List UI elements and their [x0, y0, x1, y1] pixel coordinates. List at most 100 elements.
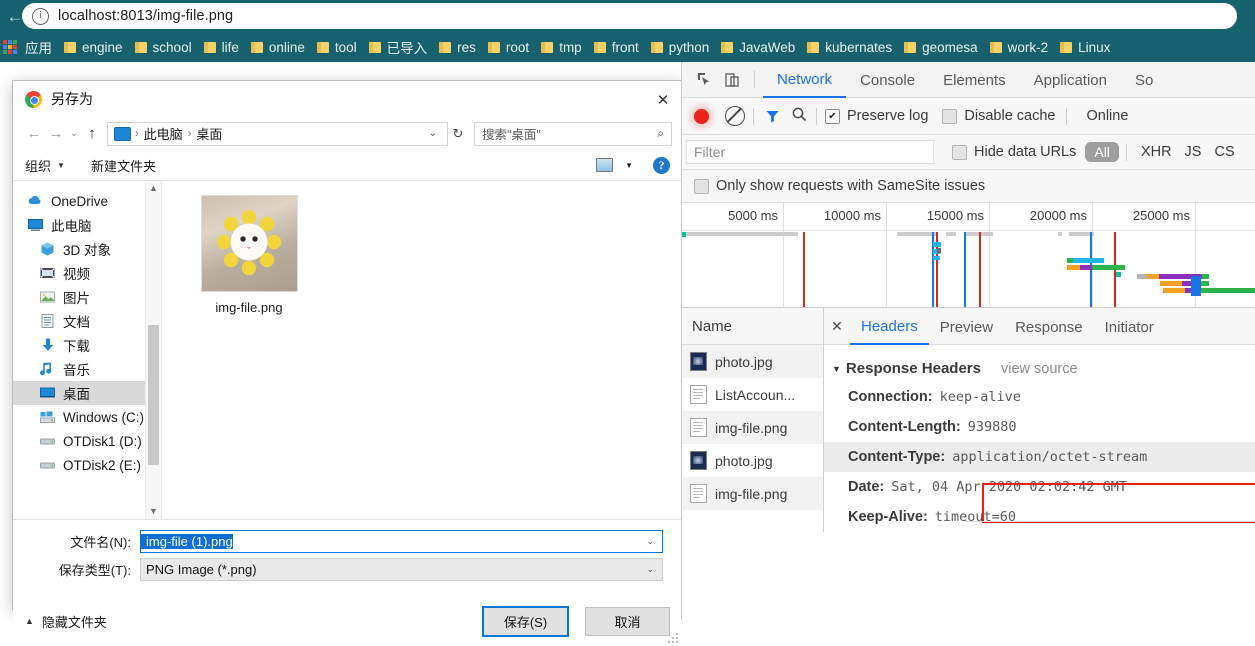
search-input[interactable]: 搜索"桌面" ⌕ — [474, 121, 672, 146]
dialog-up-icon[interactable]: ↑ — [81, 123, 103, 145]
breadcrumb[interactable]: › 此电脑 › 桌面 ⌄ — [107, 121, 448, 146]
device-toolbar-icon[interactable] — [718, 67, 746, 93]
close-icon[interactable]: ✕ — [652, 89, 674, 111]
request-row[interactable]: ListAccoun... — [682, 378, 823, 411]
tree-item-8[interactable]: 桌面 — [13, 381, 161, 405]
chevron-down-icon[interactable]: ▼ — [625, 161, 633, 170]
savetype-row: 保存类型(T): PNG Image (*.png) ⌄ — [13, 558, 682, 581]
filter-type-css[interactable]: CS — [1214, 144, 1234, 160]
breadcrumb-item-0[interactable]: 此电脑 — [141, 124, 186, 143]
bookmark-item[interactable]: school — [129, 32, 198, 62]
filter-type-xhr[interactable]: XHR — [1141, 144, 1172, 160]
bookmark-apps[interactable]: 应用 — [17, 32, 58, 62]
detail-tab-headers[interactable]: Headers — [850, 308, 929, 345]
file-item[interactable]: img-file.png — [184, 195, 314, 315]
bookmark-item[interactable]: res — [433, 32, 482, 62]
tree-item-2[interactable]: 3D 对象 — [13, 237, 161, 261]
tree-item-10[interactable]: OTDisk1 (D:) — [13, 429, 161, 453]
tree-item-6[interactable]: 下载 — [13, 333, 161, 357]
bookmark-item[interactable]: front — [588, 32, 645, 62]
info-circle-icon[interactable]: i — [32, 7, 49, 25]
bookmark-item[interactable]: Linux — [1054, 32, 1116, 62]
disable-cache-checkbox[interactable]: Disable cache — [942, 108, 1055, 124]
samesite-checkbox[interactable]: Only show requests with SameSite issues — [694, 178, 985, 194]
bookmark-item[interactable]: tmp — [535, 32, 588, 62]
filter-input[interactable]: Filter — [686, 140, 934, 164]
preserve-log-checkbox[interactable]: ✔ Preserve log — [825, 108, 928, 124]
bookmark-item[interactable]: kubernates — [801, 32, 898, 62]
bookmark-item[interactable]: work-2 — [984, 32, 1055, 62]
dialog-forward-icon[interactable]: → — [45, 123, 67, 145]
chevron-down-icon[interactable]: ⌄ — [646, 536, 662, 547]
network-timeline[interactable]: 5000 ms 10000 ms 15000 ms 20000 ms 25000 ms — [682, 203, 1255, 308]
hide-data-urls-checkbox[interactable]: Hide data URLs — [952, 144, 1076, 160]
chevron-down-icon[interactable]: ⌄ — [646, 564, 662, 575]
clear-icon[interactable] — [725, 106, 745, 126]
breadcrumb-item-1[interactable]: 桌面 — [193, 124, 225, 143]
detail-tab-response[interactable]: Response — [1004, 309, 1094, 344]
request-name: img-file.png — [715, 485, 788, 502]
tree-item-11[interactable]: OTDisk2 (E:) — [13, 453, 161, 477]
request-row[interactable]: img-file.png — [682, 411, 823, 444]
bookmark-item[interactable]: JavaWeb — [715, 32, 801, 62]
tree-item-7[interactable]: 音乐 — [13, 357, 161, 381]
tree-item-5[interactable]: 文档 — [13, 309, 161, 333]
bookmark-item[interactable]: engine — [58, 32, 129, 62]
bookmark-item[interactable]: geomesa — [898, 32, 984, 62]
tree-item-0[interactable]: OneDrive — [13, 189, 161, 213]
devtools-tab-elements[interactable]: Elements — [929, 63, 1020, 97]
detail-tab-initiator[interactable]: Initiator — [1094, 309, 1165, 344]
organize-button[interactable]: 组织 ▼ — [25, 156, 65, 175]
filter-funnel-icon[interactable] — [764, 108, 781, 125]
close-icon[interactable]: ✕ — [824, 318, 850, 335]
devtools-tab-application[interactable]: Application — [1020, 63, 1121, 97]
chevron-down-icon[interactable]: ▼ — [832, 364, 841, 374]
file-list-pane[interactable]: img-file.png — [161, 181, 682, 519]
tree-item-9[interactable]: Windows (C:) — [13, 405, 161, 429]
dialog-back-icon[interactable]: ← — [23, 123, 45, 145]
detail-tab-preview[interactable]: Preview — [929, 309, 1004, 344]
filter-type-js[interactable]: JS — [1185, 144, 1202, 160]
address-bar[interactable]: i localhost:8013/img-file.png — [22, 3, 1237, 29]
search-icon[interactable]: ⌕ — [657, 126, 664, 141]
save-button[interactable]: 保存(S) — [482, 605, 569, 637]
tree-item-3[interactable]: 视频 — [13, 261, 161, 285]
tree-item-1[interactable]: 此电脑 — [13, 213, 161, 237]
devtools-tab-console[interactable]: Console — [846, 63, 929, 97]
request-row[interactable]: photo.jpg — [682, 345, 823, 378]
dialog-recent-icon[interactable]: ⌄ — [67, 123, 81, 145]
filter-type-all[interactable]: All — [1085, 142, 1119, 162]
search-icon[interactable] — [791, 106, 808, 127]
request-row[interactable]: photo.jpg — [682, 444, 823, 477]
view-layout-icon[interactable] — [596, 158, 614, 172]
apps-grid-icon[interactable] — [3, 40, 17, 54]
bookmark-item[interactable]: python — [645, 32, 716, 62]
new-folder-button[interactable]: 新建文件夹 — [91, 156, 156, 175]
request-row[interactable]: img-file.png — [682, 477, 823, 510]
response-headers-section[interactable]: ▼ Response Headers view source — [824, 355, 1255, 382]
bookmark-item[interactable]: life — [198, 32, 245, 62]
tree-scrollbar[interactable]: ▲ ▼ — [145, 181, 161, 519]
bookmark-item[interactable]: root — [482, 32, 535, 62]
hide-folders-toggle[interactable]: ▲ 隐藏文件夹 — [25, 612, 107, 631]
devtools-tab-network[interactable]: Network — [763, 62, 847, 98]
inspect-element-icon[interactable] — [690, 67, 718, 93]
savetype-select[interactable]: PNG Image (*.png) ⌄ — [140, 558, 663, 581]
cancel-button[interactable]: 取消 — [585, 606, 670, 636]
view-source-link[interactable]: view source — [1001, 361, 1078, 377]
bookmark-item[interactable]: 已导入 — [363, 32, 434, 62]
bookmark-item[interactable]: tool — [311, 32, 363, 62]
throttle-select[interactable]: Online — [1086, 108, 1128, 124]
tree-item-4[interactable]: 图片 — [13, 285, 161, 309]
devtools-tab-so[interactable]: So — [1121, 63, 1167, 97]
scroll-up-icon[interactable]: ▲ — [146, 181, 161, 196]
scroll-down-icon[interactable]: ▼ — [146, 504, 161, 519]
resize-grip[interactable] — [668, 633, 679, 644]
help-circle-icon[interactable]: ? — [653, 156, 670, 174]
chevron-down-icon[interactable]: ⌄ — [423, 128, 443, 139]
record-button-icon[interactable] — [694, 108, 709, 124]
scrollbar-thumb[interactable] — [148, 325, 159, 465]
bookmark-item[interactable]: online — [245, 32, 311, 62]
refresh-icon[interactable]: ↻ — [448, 126, 468, 142]
filename-input[interactable]: img-file (1).png ⌄ — [140, 530, 663, 553]
